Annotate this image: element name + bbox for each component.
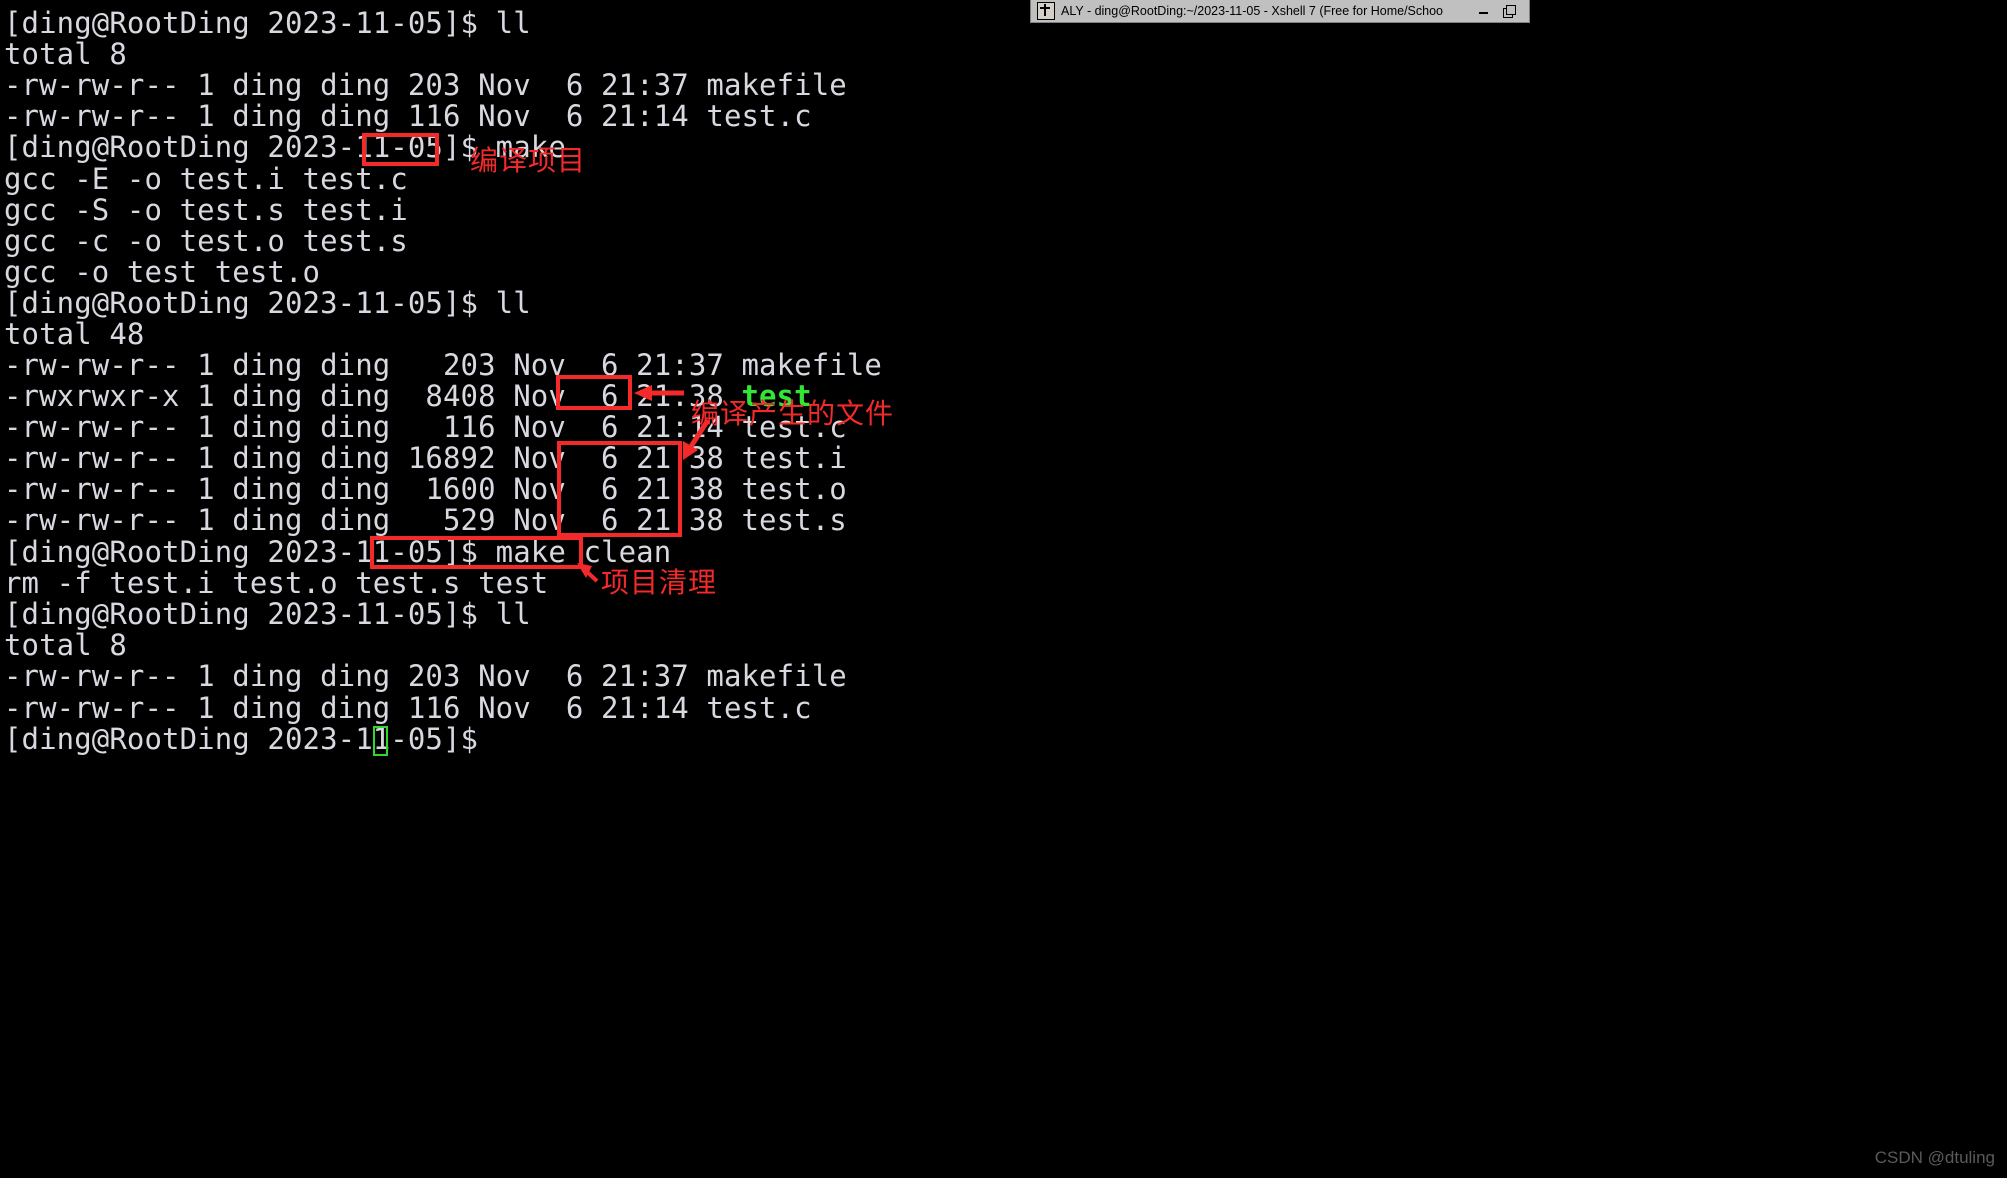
terminal-line: gcc -c -o test.o test.s — [4, 224, 408, 258]
terminal-line: -rw-rw-r-- 1 ding ding 529 Nov 6 21:38 t… — [4, 503, 847, 537]
terminal-line: -rw-rw-r-- 1 ding ding 203 Nov 6 21:37 m… — [4, 348, 882, 382]
terminal-line: total 8 — [4, 628, 127, 662]
terminal-line: [ding@RootDing 2023-11-05]$ make — [4, 130, 566, 164]
terminal-line-prompt: [ding@RootDing 2023-11-05]$ — [4, 722, 496, 756]
terminal-line: -rw-rw-r-- 1 ding ding 16892 Nov 6 21:38… — [4, 441, 847, 475]
window-title-text: ALY - ding@RootDing:~/2023-11-05 - Xshel… — [1061, 4, 1443, 18]
terminal-line: total 48 — [4, 317, 145, 351]
terminal-line: [ding@RootDing 2023-11-05]$ ll — [4, 6, 531, 40]
terminal-line: gcc -o test test.o — [4, 255, 321, 289]
terminal-line: -rw-rw-r-- 1 ding ding 203 Nov 6 21:37 m… — [4, 659, 847, 693]
window-controls — [1477, 4, 1527, 18]
terminal-line: rm -f test.i test.o test.s test — [4, 566, 549, 600]
minimize-icon[interactable] — [1477, 4, 1491, 18]
terminal-line: [ding@RootDing 2023-11-05]$ ll — [4, 286, 531, 320]
terminal-line: gcc -E -o test.i test.c — [4, 162, 408, 196]
watermark: CSDN @dtuling — [1874, 1148, 1995, 1167]
restore-icon[interactable] — [1503, 4, 1517, 18]
terminal-line: -rw-rw-r-- 1 ding ding 203 Nov 6 21:37 m… — [4, 68, 847, 102]
terminal-line: [ding@RootDing 2023-11-05]$ ll — [4, 597, 531, 631]
terminal-line: -rw-rw-r-- 1 ding ding 116 Nov 6 21:14 t… — [4, 99, 812, 133]
executable-filename: test — [741, 379, 812, 413]
ls-entry-prefix: -rwxrwxr-x 1 ding ding 8408 Nov 6 21:38 — [4, 379, 742, 413]
window-title-bar[interactable]: ALY - ding@RootDing:~/2023-11-05 - Xshel… — [1030, 0, 1530, 23]
terminal-line: -rw-rw-r-- 1 ding ding 1600 Nov 6 21:38 … — [4, 472, 847, 506]
terminal-screen[interactable]: [ding@RootDing 2023-11-05]$ ll total 8 -… — [0, 0, 2007, 1178]
terminal-cursor — [373, 726, 388, 756]
terminal-line: total 8 — [4, 37, 127, 71]
terminal-line: gcc -S -o test.s test.i — [4, 193, 408, 227]
xshell-app-icon — [1037, 2, 1055, 20]
terminal-line: [ding@RootDing 2023-11-05]$ make clean — [4, 535, 672, 569]
terminal-line-test-exe: -rwxrwxr-x 1 ding ding 8408 Nov 6 21:38 … — [4, 381, 812, 412]
terminal-line: -rw-rw-r-- 1 ding ding 116 Nov 6 21:14 t… — [4, 691, 812, 725]
terminal-line: -rw-rw-r-- 1 ding ding 116 Nov 6 21:14 t… — [4, 410, 847, 444]
